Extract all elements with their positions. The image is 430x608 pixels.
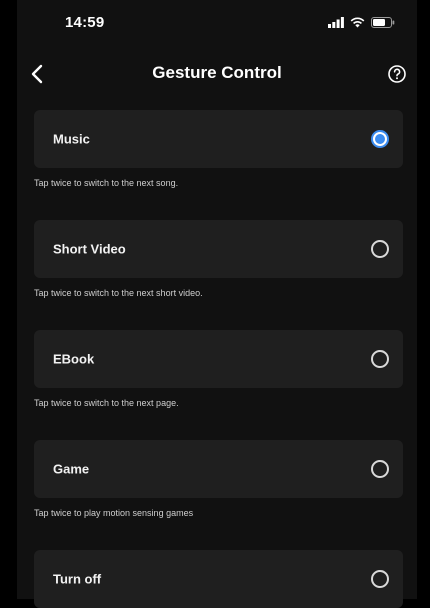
option-label: Game — [53, 461, 90, 477]
option-description: Tap twice to switch to the next page. — [34, 398, 179, 408]
option-description: Tap twice to play motion sensing games — [34, 508, 194, 518]
radio-short-video[interactable] — [371, 240, 389, 258]
option-card-game[interactable]: Game — [34, 440, 403, 498]
status-icons — [328, 15, 395, 29]
option-label: Short Video — [53, 241, 126, 257]
option-card-ebook[interactable]: EBook — [34, 330, 403, 388]
option-card-short-video[interactable]: Short Video — [34, 220, 403, 278]
help-icon — [388, 65, 406, 83]
radio-turn-off[interactable] — [371, 570, 389, 588]
option-description: Tap twice to switch to the next song. — [34, 178, 179, 188]
option-music: Music Tap twice to switch to the next so… — [34, 110, 403, 188]
option-label: Turn off — [53, 571, 102, 587]
option-turn-off: Turn off — [34, 550, 403, 608]
radio-ebook[interactable] — [371, 350, 389, 368]
option-description: Tap twice to switch to the next short vi… — [34, 288, 203, 298]
page-title: Gesture Control — [152, 63, 282, 82]
option-label: EBook — [53, 351, 95, 367]
option-game: Game Tap twice to play motion sensing ga… — [34, 440, 403, 518]
option-card-music[interactable]: Music — [34, 110, 403, 168]
radio-music-selected[interactable] — [371, 130, 389, 148]
option-short-video: Short Video Tap twice to switch to the n… — [34, 220, 403, 298]
gesture-control-screen: 14:59 Gesture Control Music Tap twice to… — [17, 0, 417, 608]
option-card-turn-off[interactable]: Turn off — [34, 550, 403, 608]
radio-dot — [375, 134, 385, 144]
signal-icon — [328, 16, 344, 28]
option-label: Music — [53, 131, 90, 147]
status-time: 14:59 — [65, 14, 105, 31]
nav-bar: Gesture Control — [17, 54, 417, 94]
option-ebook: EBook Tap twice to switch to the next pa… — [34, 330, 403, 408]
radio-game[interactable] — [371, 460, 389, 478]
help-button[interactable] — [383, 60, 411, 88]
wifi-icon — [350, 17, 365, 27]
status-bar: 14:59 — [17, 0, 417, 46]
battery-icon — [371, 16, 395, 28]
